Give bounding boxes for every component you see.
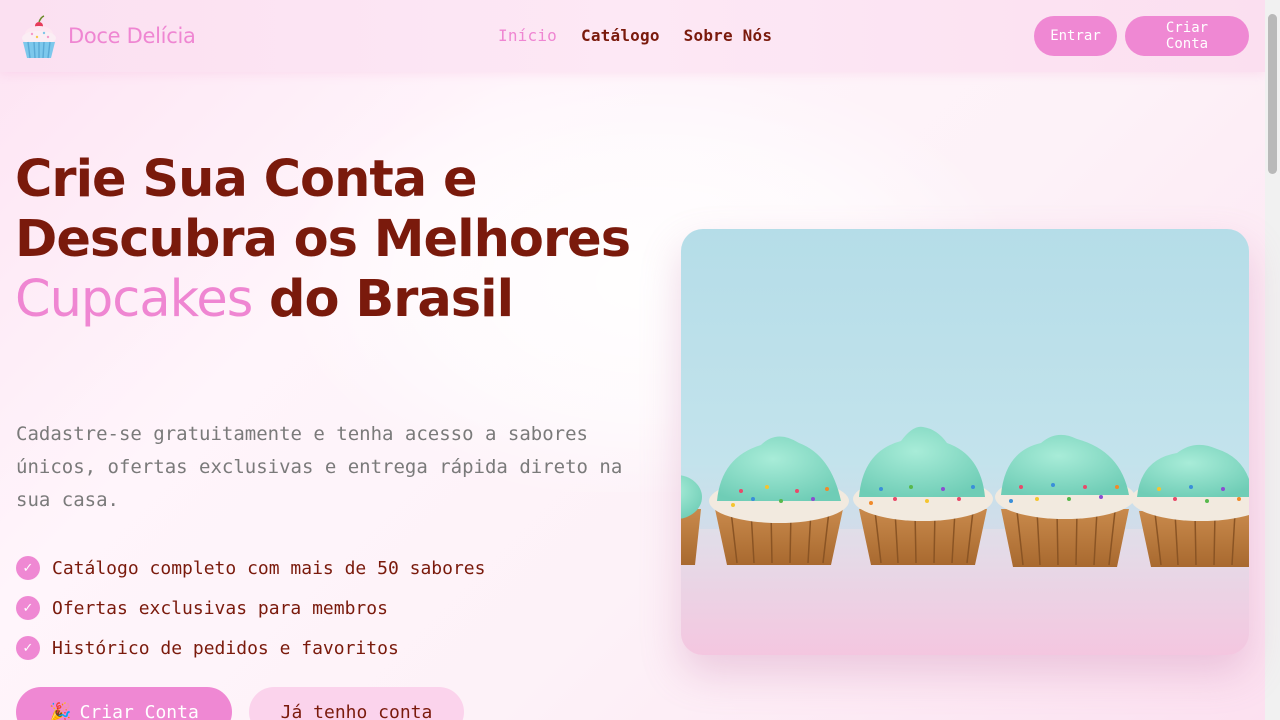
nav-sobre-nos[interactable]: Sobre Nós xyxy=(684,26,773,45)
create-account-cta[interactable]: 🎉 Criar Conta xyxy=(16,687,232,720)
create-account-cta-label: Criar Conta xyxy=(79,701,199,720)
cupcake-shape xyxy=(709,436,849,565)
feature-item: ✓ Catálogo completo com mais de 50 sabor… xyxy=(16,548,485,588)
cupcake-shape xyxy=(853,426,993,565)
hero-subtitle: Cadastre-se gratuitamente e tenha acesso… xyxy=(16,423,623,511)
main-nav: Início Catálogo Sobre Nós xyxy=(498,26,772,45)
cupcake-shape xyxy=(1131,444,1249,567)
scrollbar[interactable] xyxy=(1265,0,1280,720)
hero-title-part2: do Brasil xyxy=(252,270,514,329)
nav-catalogo[interactable]: Catálogo xyxy=(581,26,660,45)
have-account-cta[interactable]: Já tenho conta xyxy=(249,687,464,720)
feature-text: Catálogo completo com mais de 50 sabores xyxy=(52,557,486,579)
feature-text: Ofertas exclusivas para membros xyxy=(52,597,388,619)
signup-button[interactable]: Criar Conta xyxy=(1125,16,1249,56)
feature-item: ✓ Ofertas exclusivas para membros xyxy=(16,588,485,628)
feature-list: ✓ Catálogo completo com mais de 50 sabor… xyxy=(16,548,485,668)
cupcake-shape xyxy=(995,434,1135,567)
check-icon: ✓ xyxy=(16,556,40,580)
nav-inicio[interactable]: Início xyxy=(498,26,557,45)
feature-item: ✓ Histórico de pedidos e favoritos xyxy=(16,628,485,668)
login-button[interactable]: Entrar xyxy=(1034,16,1117,56)
brand-name: Doce Delícia xyxy=(68,24,196,48)
cupcakes-illustration xyxy=(681,426,1249,655)
party-icon: 🎉 xyxy=(49,701,72,720)
hero-title: Crie Sua Conta e Descubra os Melhores Cu… xyxy=(15,150,635,330)
check-icon: ✓ xyxy=(16,636,40,660)
brand-logo[interactable]: Doce Delícia xyxy=(20,12,196,60)
site-header: Doce Delícia Início Catálogo Sobre Nós E… xyxy=(0,0,1265,72)
cupcakes-photo xyxy=(681,229,1249,655)
check-icon: ✓ xyxy=(16,596,40,620)
scrollbar-thumb[interactable] xyxy=(1268,14,1277,174)
feature-text: Histórico de pedidos e favoritos xyxy=(52,637,399,659)
cupcake-icon xyxy=(22,15,56,59)
hero-title-part1: Crie Sua Conta e Descubra os Melhores xyxy=(15,150,631,269)
hero-title-highlight: Cupcakes xyxy=(15,270,253,329)
